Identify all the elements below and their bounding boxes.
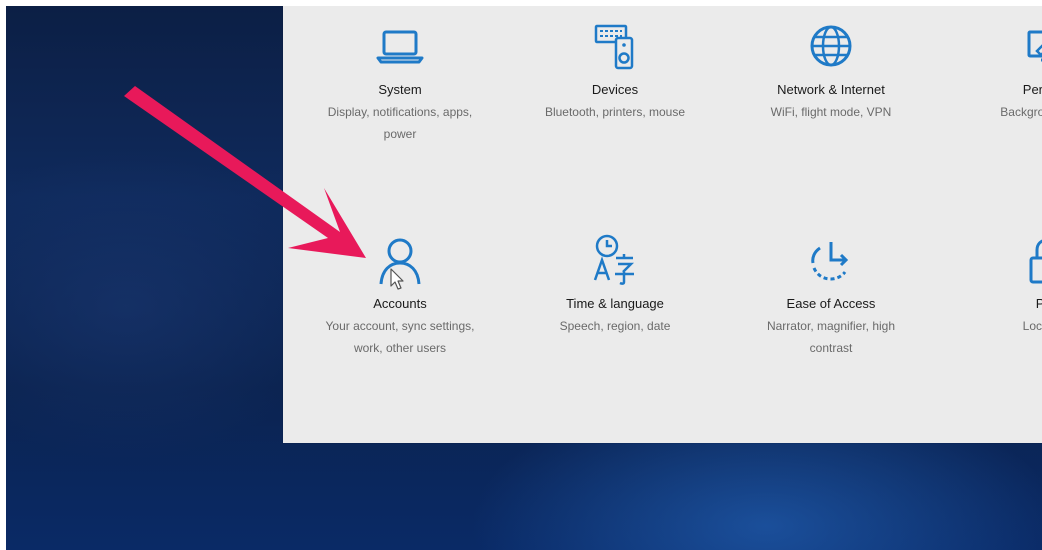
tile-name: Ease of Access [786, 296, 876, 311]
screen: System Display, notifications, apps, pow… [6, 6, 1042, 550]
tile-description: Display, notifications, apps, power [327, 105, 473, 141]
tile-name: Priv [1035, 296, 1042, 311]
tile-description: Your account, sync settings, work, other… [325, 319, 475, 355]
laptop-icon [376, 30, 424, 64]
settings-tile-personalisation[interactable]: Persona Backgrou screen, [947, 18, 1042, 123]
globe-icon [810, 25, 852, 67]
settings-tile-network[interactable]: Network & Internet WiFi, flight mode, VP… [731, 18, 931, 123]
tile-description: Location, [1022, 319, 1042, 333]
settings-tile-accounts[interactable]: Accounts Your account, sync settings, wo… [300, 232, 500, 359]
tile-name: Network & Internet [777, 82, 885, 97]
settings-tile-devices[interactable]: Devices Bluetooth, printers, mouse [515, 18, 715, 123]
tile-description: Backgrou screen, [1000, 105, 1042, 119]
tile-name: Accounts [373, 296, 427, 311]
settings-tile-ease-of-access[interactable]: Ease of Access Narrator, magnifier, high… [731, 232, 931, 359]
pen-display-icon [1027, 30, 1042, 62]
tile-description: Narrator, magnifier, high contrast [766, 319, 896, 355]
tile-name: Time & language [566, 296, 664, 311]
tile-name: Devices [591, 82, 639, 97]
mouse-cursor-icon [390, 268, 404, 290]
settings-window: System Display, notifications, apps, pow… [283, 6, 1042, 443]
tile-description: Speech, region, date [559, 319, 671, 333]
tile-name: System [378, 82, 422, 97]
settings-tile-system[interactable]: System Display, notifications, apps, pow… [300, 18, 500, 145]
tile-name: Persona [1022, 82, 1042, 97]
tile-description: WiFi, flight mode, VPN [770, 105, 892, 119]
clock-language-icon [593, 234, 635, 285]
settings-tile-time-language[interactable]: Time & language Speech, region, date [515, 232, 715, 337]
keyboard-speaker-icon [594, 24, 634, 70]
tile-description: Bluetooth, printers, mouse [544, 105, 686, 119]
lock-icon [1029, 239, 1042, 284]
ease-of-access-icon [811, 242, 849, 281]
settings-tile-privacy[interactable]: Priv Location, [947, 232, 1042, 337]
